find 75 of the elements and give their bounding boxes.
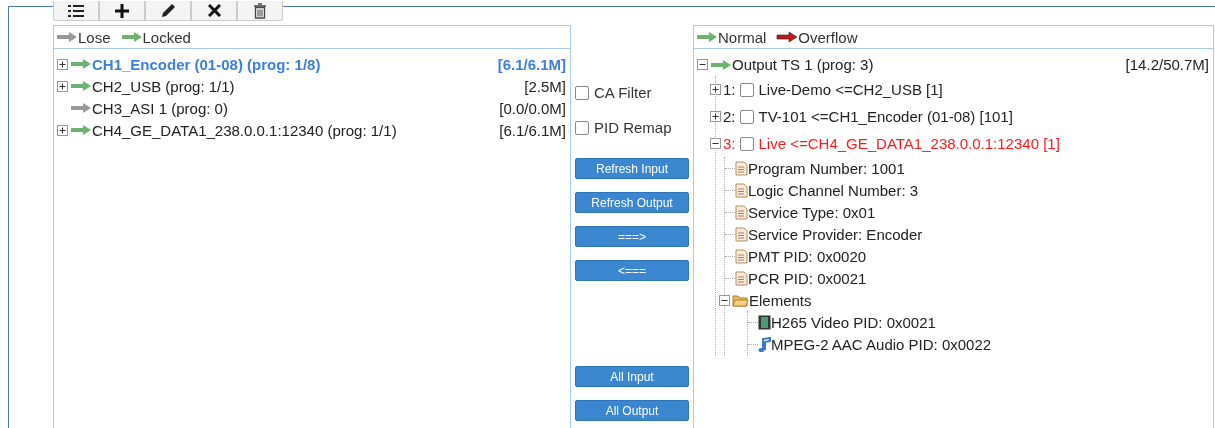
program-label[interactable]: TV-101 <=CH1_Encoder (01-08) [101] — [758, 108, 1013, 125]
program-checkbox[interactable] — [739, 136, 754, 151]
tree-node-label[interactable]: Logic Channel Number: 3 — [748, 181, 919, 199]
channel-row[interactable]: CH1_Encoder (01-08) (prog: 1/8) [6.1/6.1M] — [57, 53, 566, 75]
toolbar-button[interactable] — [53, 1, 99, 21]
arrow-icon — [56, 31, 78, 43]
document-icon — [735, 270, 748, 286]
channel-name: CH3_ASI 1 (prog: 0) — [92, 99, 228, 117]
channel-name: CH2_USB (prog: 1/1) — [92, 77, 235, 95]
tree-node-label[interactable]: Elements — [749, 291, 812, 309]
trash-icon — [253, 2, 267, 19]
tree-node-label[interactable]: H265 Video PID: 0x0021 — [771, 313, 936, 331]
document-icon — [735, 226, 748, 242]
music-note-icon — [758, 336, 771, 352]
action-button[interactable]: All Input — [575, 366, 689, 387]
channel-rate: [2.5M] — [524, 77, 566, 95]
close-icon — [207, 4, 221, 17]
add-icon — [115, 3, 129, 18]
channel-row[interactable]: CH3_ASI 1 (prog: 0) [0.0/0.0M] — [57, 97, 566, 119]
legend-item: Locked — [120, 28, 191, 46]
channel-row[interactable]: CH4_GE_DATA1_238.0.0.1:12340 (prog: 1/1) [6.1/6.1M] — [57, 119, 566, 141]
program-checkbox[interactable] — [739, 82, 754, 97]
channel-rate: [6.1/6.1M] — [497, 55, 566, 73]
pencil-icon — [160, 3, 176, 18]
tree-node-label[interactable]: PMT PID: 0x0020 — [748, 247, 867, 265]
channel-name: CH4_GE_DATA1_238.0.0.1:12340 (prog: 1/1) — [92, 121, 397, 139]
document-icon — [735, 204, 748, 220]
toolbar-button[interactable] — [99, 1, 145, 21]
channel-name: CH1_Encoder (01-08) (prog: 1/8) — [92, 55, 321, 73]
legend-item: Normal — [696, 28, 767, 46]
toolbar-button[interactable] — [237, 1, 283, 21]
program-label[interactable]: Live-Demo <=CH2_USB [1] — [758, 81, 943, 98]
collapse-icon[interactable] — [719, 294, 730, 306]
program-index: 2: — [723, 108, 736, 125]
film-icon — [758, 314, 771, 330]
toolbar-button[interactable] — [191, 1, 237, 21]
arrow-icon — [120, 31, 143, 43]
output-name[interactable]: Output TS 1 (prog: 3) — [732, 56, 874, 73]
tree-node-label[interactable]: MPEG-2 AAC Audio PID: 0x0022 — [771, 335, 992, 353]
document-icon — [735, 160, 748, 176]
tree-node-label[interactable]: Service Provider: Encoder — [748, 225, 923, 243]
tree-node-label[interactable]: PCR PID: 0x0021 — [748, 269, 867, 287]
list-icon — [68, 3, 84, 18]
expand-icon[interactable] — [57, 58, 68, 70]
action-button[interactable]: ===> — [575, 226, 689, 247]
toolbar-button[interactable] — [145, 1, 191, 21]
arrow-icon — [696, 31, 718, 43]
channel-rate: [0.0/0.0M] — [499, 99, 566, 117]
program-label[interactable]: Live <=CH4_GE_DATA1_238.0.0.1:12340 [1] — [758, 135, 1060, 152]
tree-node-label[interactable]: Program Number: 1001 — [748, 159, 905, 177]
expand-icon[interactable] — [57, 124, 68, 136]
action-button[interactable]: Refresh Input — [575, 158, 689, 179]
tree-node-label[interactable]: Service Type: 0x01 — [748, 203, 876, 221]
action-button[interactable]: All Output — [575, 400, 689, 421]
channel-rate: [6.1/6.1M] — [499, 121, 566, 139]
program-index: 3: — [723, 135, 736, 152]
expand-icon[interactable] — [710, 84, 721, 95]
document-icon — [735, 182, 748, 198]
collapse-icon[interactable] — [710, 138, 721, 149]
channel-row[interactable]: CH2_USB (prog: 1/1) [2.5M] — [57, 75, 566, 97]
expand-icon[interactable] — [710, 111, 721, 122]
document-icon — [735, 248, 748, 264]
action-button[interactable]: <=== — [575, 260, 689, 281]
legend-item: Lose — [56, 28, 111, 46]
option-checkbox[interactable]: PID Remap — [575, 110, 689, 145]
program-checkbox[interactable] — [739, 109, 754, 124]
option-checkbox[interactable]: CA Filter — [575, 75, 689, 110]
action-button[interactable]: Refresh Output — [575, 192, 689, 213]
collapse-icon[interactable] — [697, 59, 708, 70]
program-index: 1: — [723, 81, 736, 98]
arrow-icon — [776, 31, 799, 43]
legend-item: Overflow — [776, 28, 858, 46]
folder-icon — [732, 293, 749, 307]
output-rate: [14.2/50.7M] — [1125, 56, 1209, 73]
expand-icon[interactable] — [57, 80, 68, 92]
